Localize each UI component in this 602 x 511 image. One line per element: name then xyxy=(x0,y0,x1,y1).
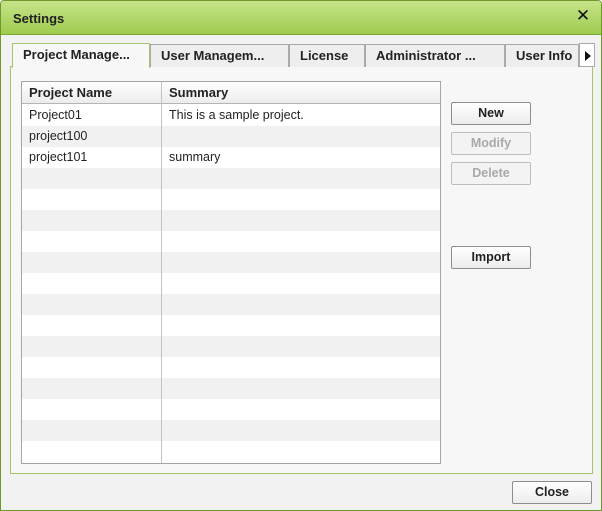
empty-row xyxy=(22,357,440,378)
import-button[interactable]: Import xyxy=(451,246,531,269)
empty-row xyxy=(22,189,440,210)
grid-header: Project Name Summary xyxy=(22,82,440,104)
empty-row xyxy=(22,336,440,357)
cell-project-name: Project01 xyxy=(29,108,82,122)
tab-administrator[interactable]: Administrator ... xyxy=(365,44,505,67)
cell-project-name: project101 xyxy=(29,150,88,164)
empty-row xyxy=(22,420,440,441)
close-button[interactable]: Close xyxy=(512,481,592,504)
project-grid: Project Name Summary Project01 This is a … xyxy=(21,81,441,464)
new-button[interactable]: New xyxy=(451,102,531,125)
tab-license[interactable]: License xyxy=(289,44,365,67)
tab-project-management[interactable]: Project Manage... xyxy=(12,43,150,68)
empty-row xyxy=(22,273,440,294)
empty-row xyxy=(22,231,440,252)
column-divider xyxy=(161,82,162,463)
dialog-title: Settings xyxy=(13,11,65,26)
settings-dialog: Settings ✕ Project Manage... User Manage… xyxy=(0,0,602,511)
empty-row xyxy=(22,315,440,336)
empty-row xyxy=(22,210,440,231)
tab-strip: Project Manage... User Managem... Licens… xyxy=(12,43,595,68)
table-row[interactable]: Project01 This is a sample project. xyxy=(22,105,440,126)
column-header-project-name[interactable]: Project Name xyxy=(22,82,162,104)
empty-row xyxy=(22,168,440,189)
table-row[interactable]: project100 xyxy=(22,126,440,147)
empty-row xyxy=(22,252,440,273)
column-header-summary[interactable]: Summary xyxy=(162,82,440,104)
empty-row xyxy=(22,378,440,399)
tab-user-management[interactable]: User Managem... xyxy=(150,44,289,67)
arrow-right-icon xyxy=(585,51,591,61)
empty-row xyxy=(22,441,440,462)
tab-scroll-button[interactable] xyxy=(579,43,595,67)
empty-row xyxy=(22,294,440,315)
cell-summary: summary xyxy=(169,150,221,164)
delete-button[interactable]: Delete xyxy=(451,162,531,185)
cell-summary: This is a sample project. xyxy=(169,108,304,122)
close-icon[interactable]: ✕ xyxy=(575,7,591,24)
table-row[interactable]: project101 summary xyxy=(22,147,440,168)
modify-button[interactable]: Modify xyxy=(451,132,531,155)
empty-row xyxy=(22,399,440,420)
title-bar[interactable]: Settings ✕ xyxy=(1,1,601,35)
cell-project-name: project100 xyxy=(29,129,88,143)
tab-user-info[interactable]: User Info xyxy=(505,44,579,67)
